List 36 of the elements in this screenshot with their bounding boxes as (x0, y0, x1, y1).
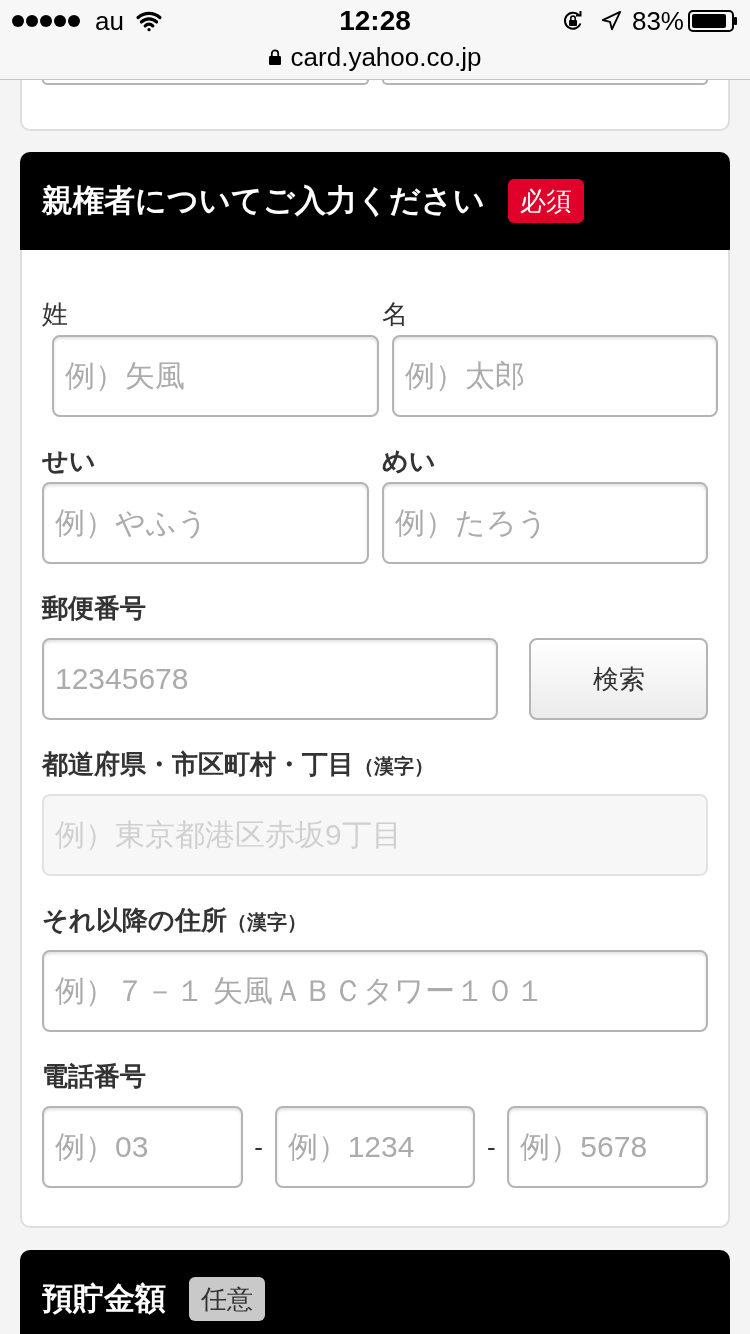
field-label: 郵便番号 (42, 592, 146, 624)
clock-time: 12:28 (339, 4, 411, 38)
battery-icon (688, 10, 738, 32)
field-note: （漢字） (354, 754, 434, 779)
dash-separator: - (487, 1130, 496, 1164)
field-label: 姓 (42, 298, 68, 330)
input-field[interactable]: 例）1234 (274, 1106, 476, 1188)
input-field[interactable]: 例）03 (42, 1106, 243, 1188)
section-title: 親権者についてご入力ください (42, 181, 485, 220)
dash-separator: - (254, 1130, 263, 1164)
battery-percentage: 83% (631, 4, 684, 38)
carrier-name: au (95, 4, 124, 38)
url-text: card.yahoo.co.jp (290, 40, 482, 74)
field-label: 都道府県・市区町村・丁目 (42, 748, 354, 780)
field-label: めい (381, 445, 436, 477)
input-field[interactable]: 例）やふう (42, 482, 369, 564)
optional-tag: 任意 (189, 1277, 265, 1321)
input-field[interactable]: 例）たろう (381, 482, 708, 564)
input-field[interactable]: 例）太郎 (391, 335, 718, 417)
input-field[interactable] (381, 80, 708, 85)
input-field[interactable]: 例）７－１ 矢風ＡＢＣタワー１０１ (42, 950, 708, 1032)
input-field[interactable]: 例）5678 (507, 1106, 708, 1188)
field-label: それ以降の住所 (42, 904, 227, 936)
location-arrow-icon (599, 10, 622, 32)
input-field[interactable]: 12345678 (42, 638, 498, 720)
required-tag: 必須 (508, 179, 584, 223)
input-field[interactable] (42, 80, 369, 85)
field-label: 電話番号 (42, 1060, 146, 1092)
signal-dots-icon (12, 15, 80, 27)
section-title: 預貯金額 (42, 1279, 166, 1318)
lock-icon (268, 49, 281, 65)
field-label: 名 (381, 298, 408, 330)
field-label: せい (42, 445, 96, 477)
search-button[interactable]: 検索 (529, 638, 708, 720)
field-note: （漢字） (227, 910, 307, 935)
input-field[interactable]: 例）矢風 (52, 335, 379, 417)
